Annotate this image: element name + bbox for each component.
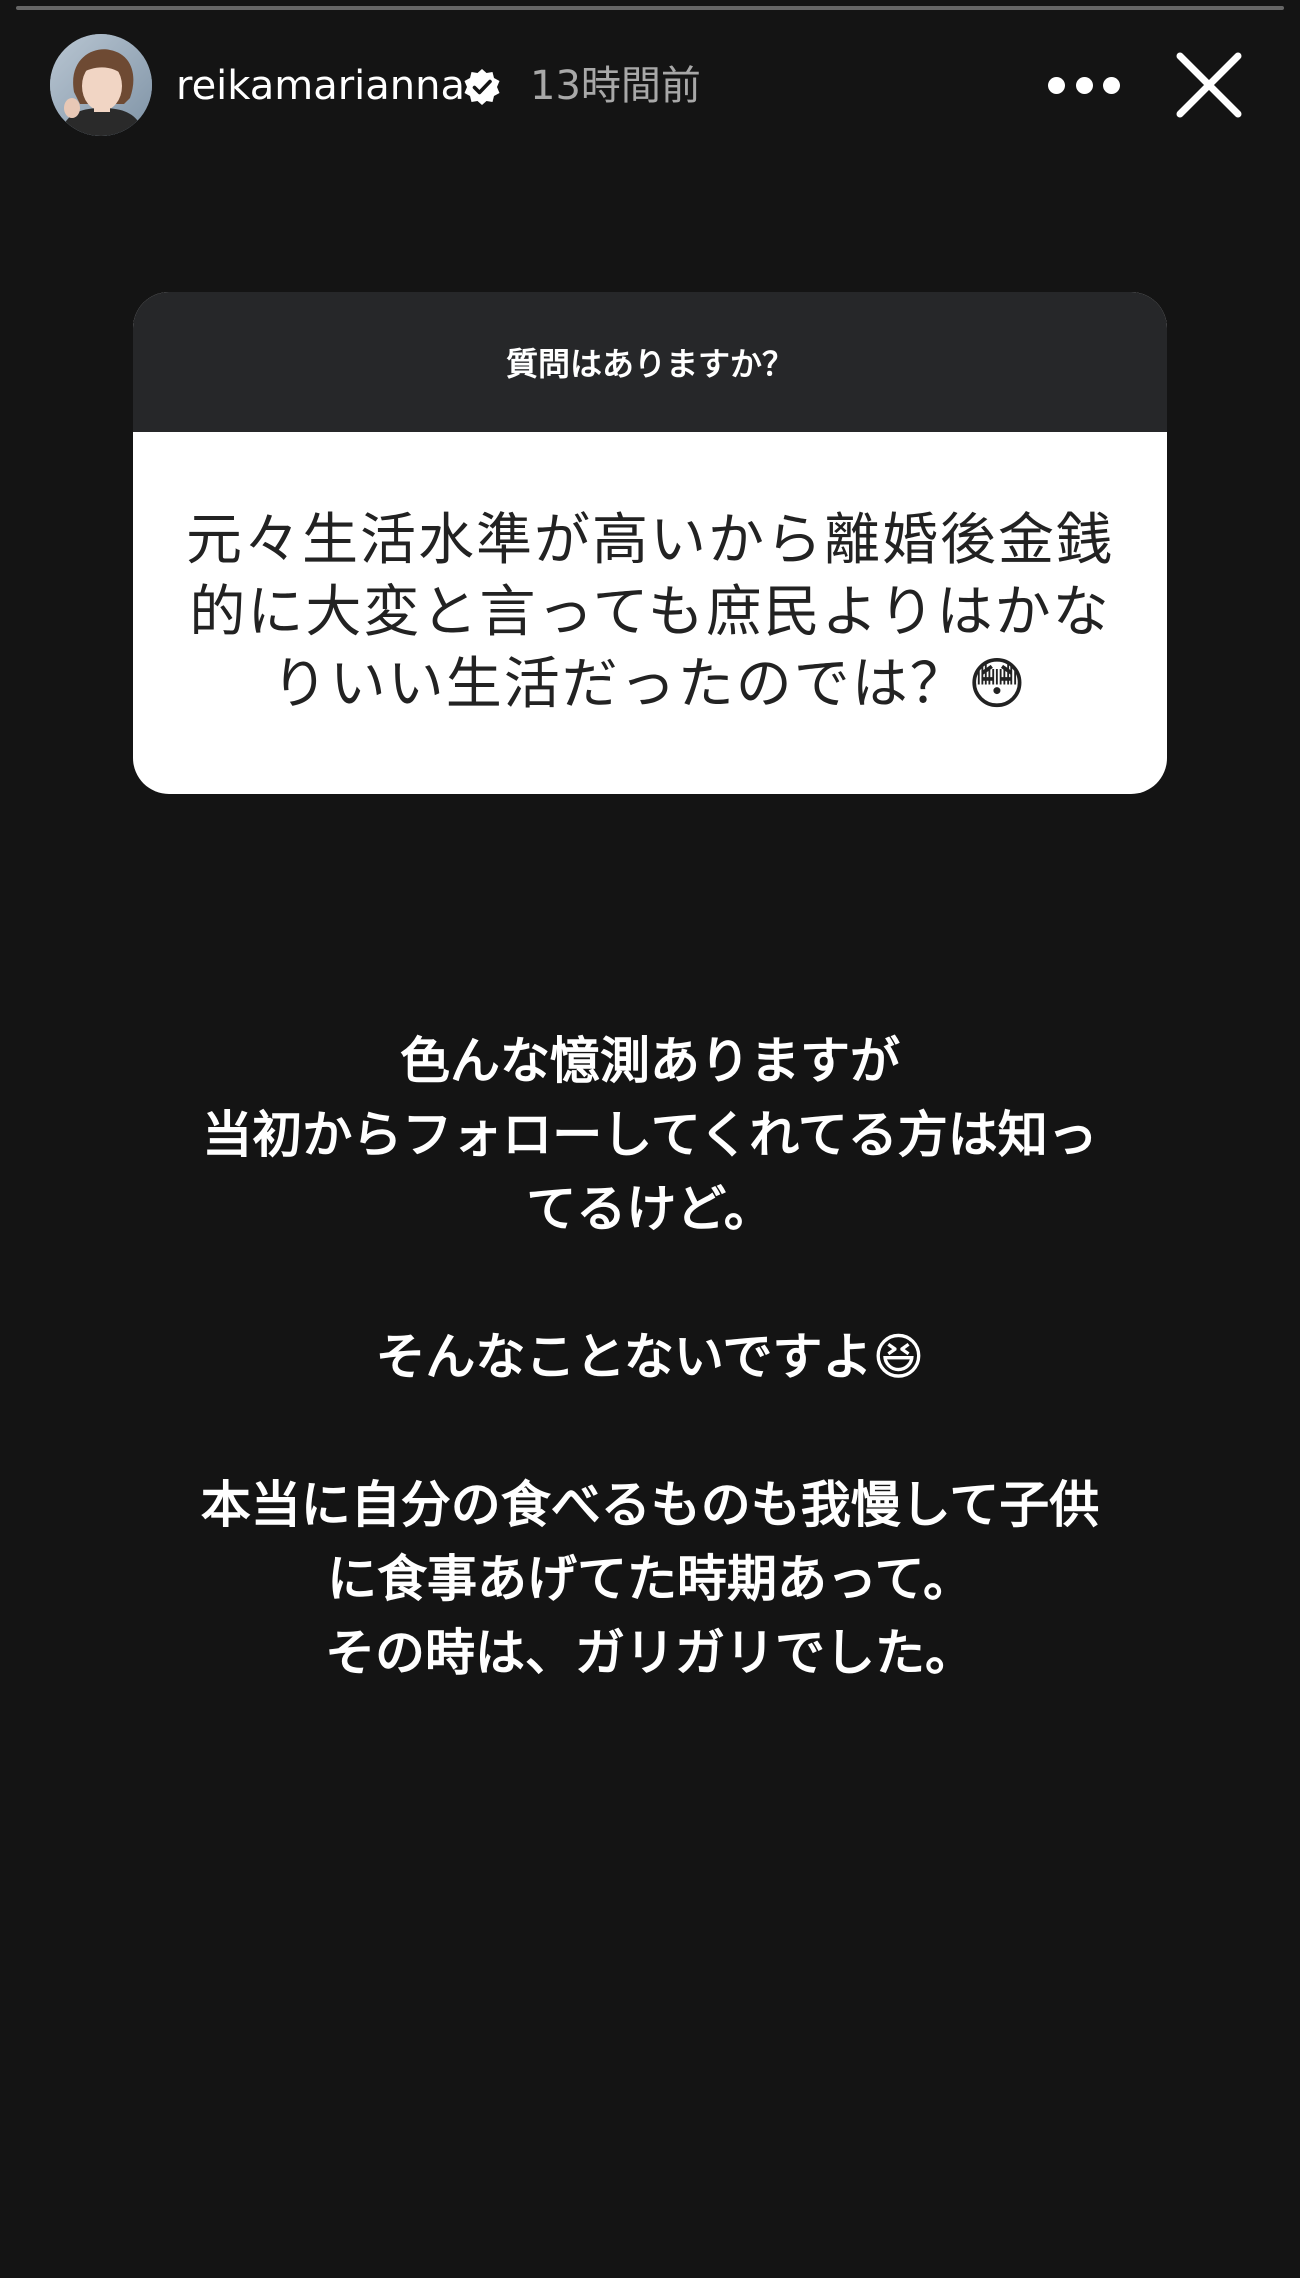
more-dots-icon	[1103, 76, 1120, 94]
avatar[interactable]	[50, 34, 152, 136]
more-dots-icon	[1048, 76, 1065, 94]
answer-paragraph-2: そんなことないですよ😆	[375, 1328, 925, 1386]
verified-badge-icon	[464, 69, 500, 105]
question-prompt: 質問はありますか？	[133, 292, 1167, 432]
close-x-icon	[1176, 52, 1242, 118]
question-text: 元々生活水準が高いから離婚後金銭 的に大変と言っても庶民よりはかな りいい生活だ…	[186, 508, 1114, 717]
timestamp: 13時間前	[530, 63, 701, 109]
more-options-button[interactable]	[1048, 60, 1120, 110]
close-button[interactable]	[1174, 50, 1244, 120]
question-sticker[interactable]: 質問はありますか？ 元々生活水準が高いから離婚後金銭 的に大変と言っても庶民より…	[133, 292, 1167, 794]
question-body: 元々生活水準が高いから離婚後金銭 的に大変と言っても庶民よりはかな りいい生活だ…	[133, 432, 1167, 794]
username[interactable]: reikamarianna	[176, 62, 465, 110]
story-header: reikamarianna 13時間前	[0, 0, 1300, 180]
answer-paragraph-3: 本当に自分の食べるものも我慢して子供 に食事あげてた時期あって。 その時は、ガリ…	[200, 1476, 1100, 1682]
answer-text-block: 色んな憶測ありますが 当初からフォローしてくれてる方は知っ てるけど。 そんなこ…	[90, 1024, 1210, 1764]
answer-paragraph-1: 色んな憶測ありますが 当初からフォローしてくれてる方は知っ てるけど。	[202, 1032, 1098, 1238]
profile-photo	[50, 34, 152, 136]
more-dots-icon	[1075, 76, 1093, 94]
